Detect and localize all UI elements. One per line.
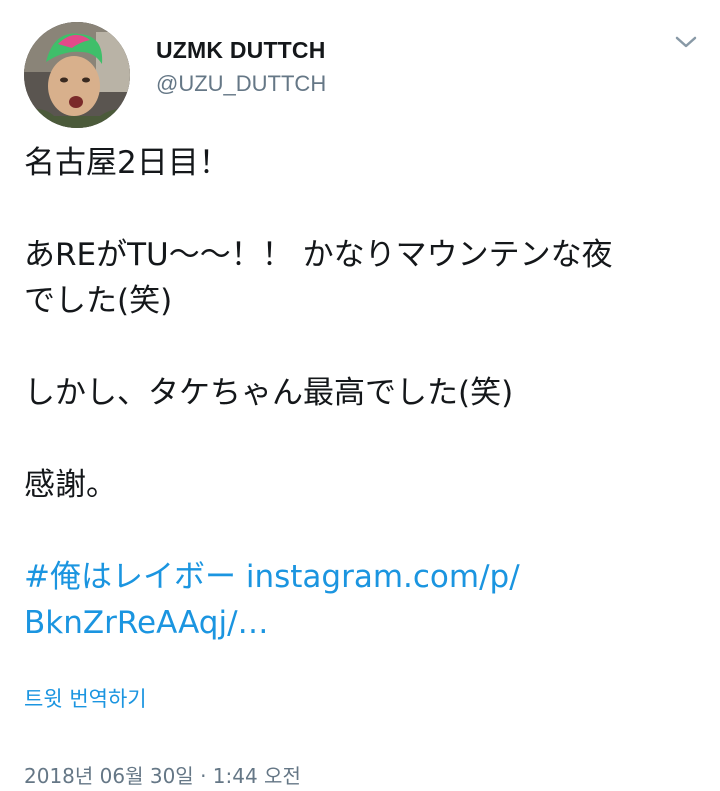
instagram-link-continued[interactable]: BknZrReAAqj/… xyxy=(24,605,269,641)
tweet-timestamp[interactable]: 2018년 06월 30일 · 1:44 오전 xyxy=(24,760,301,789)
tweet-line: 名古屋2日目！ xyxy=(24,145,230,181)
tweet-line: しかし、タケちゃん最高でした(笑) xyxy=(24,375,514,411)
chevron-down-icon xyxy=(675,36,697,48)
tweet-line: あREがTU〜〜！！ かなりマウンテンな夜 xyxy=(24,237,613,273)
tweet-text: 名古屋2日目！ あREがTU〜〜！！ かなりマウンテンな夜 でした(笑) しかし… xyxy=(24,140,694,646)
translate-tweet-link[interactable]: 트윗 번역하기 xyxy=(24,683,147,713)
tweet-line: でした(笑) xyxy=(24,283,173,319)
user-handle[interactable]: @UZU_DUTTCH xyxy=(156,71,326,97)
tweet-links-line: #俺はレイボー instagram.com/p/ xyxy=(24,554,694,600)
avatar[interactable] xyxy=(24,22,130,128)
tweet-line: 感謝。 xyxy=(24,467,117,503)
tweet-links-line: BknZrReAAqj/… xyxy=(24,600,694,646)
tweet-menu-button[interactable] xyxy=(672,30,700,54)
display-name[interactable]: UZMK DUTTCH xyxy=(156,37,326,64)
profile-photo-icon xyxy=(24,22,130,128)
instagram-link[interactable]: instagram.com/p/ xyxy=(246,559,520,595)
tweet-card: UZMK DUTTCH @UZU_DUTTCH 名古屋2日目！ あREがTU〜〜… xyxy=(0,0,720,791)
hashtag-link[interactable]: #俺はレイボー xyxy=(24,559,236,595)
